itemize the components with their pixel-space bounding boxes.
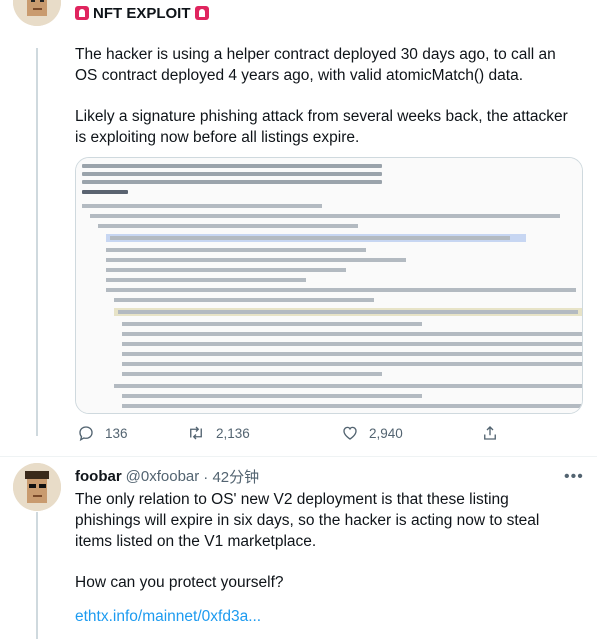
display-name[interactable]: foobar xyxy=(75,468,122,485)
tweet-author: foobar @0xfoobar · 42分钟 xyxy=(75,466,259,486)
tweet-title-text: NFT EXPLOIT xyxy=(93,4,191,22)
tweet-body-paragraph-1: The hacker is using a helper contract de… xyxy=(75,46,561,84)
avatar[interactable] xyxy=(13,463,61,511)
tweet-link[interactable]: ethtx.info/mainnet/0xfd3a... xyxy=(75,608,261,626)
reply-count: 136 xyxy=(105,425,128,441)
avatar[interactable] xyxy=(13,0,61,26)
thread-connector xyxy=(36,48,38,436)
more-icon[interactable]: ••• xyxy=(564,468,584,486)
like-count: 2,940 xyxy=(369,425,403,441)
retweet-button[interactable]: 2,136 xyxy=(186,422,250,444)
share-icon xyxy=(484,426,496,440)
trace-screenshot xyxy=(76,158,582,413)
tweet-body-paragraph-2: How can you protect yourself? xyxy=(75,574,284,591)
reply-icon xyxy=(79,426,93,442)
tweet-body-paragraph-2: Likely a signature phishing attack from … xyxy=(75,108,573,146)
tweet-body-paragraph-1: The only relation to OS' new V2 deployme… xyxy=(75,491,544,550)
thread-connector-bottom xyxy=(36,512,38,639)
timestamp[interactable]: · 42分钟 xyxy=(203,466,259,487)
like-button[interactable]: 2,940 xyxy=(341,422,403,444)
tweet-actions: 136 2,136 2,940 xyxy=(75,422,496,444)
reply-button[interactable]: 136 xyxy=(77,422,128,444)
handle[interactable]: @0xfoobar xyxy=(126,468,200,485)
siren-icon xyxy=(75,6,89,20)
share-button[interactable] xyxy=(481,422,499,444)
retweet-icon xyxy=(190,426,202,440)
like-icon xyxy=(343,426,357,440)
siren-icon xyxy=(194,6,209,20)
tweet-divider xyxy=(0,456,597,457)
transaction-trace-image[interactable] xyxy=(75,157,583,414)
tweet-title: NFT EXPLOIT xyxy=(75,0,209,26)
retweet-count: 2,136 xyxy=(216,425,250,441)
